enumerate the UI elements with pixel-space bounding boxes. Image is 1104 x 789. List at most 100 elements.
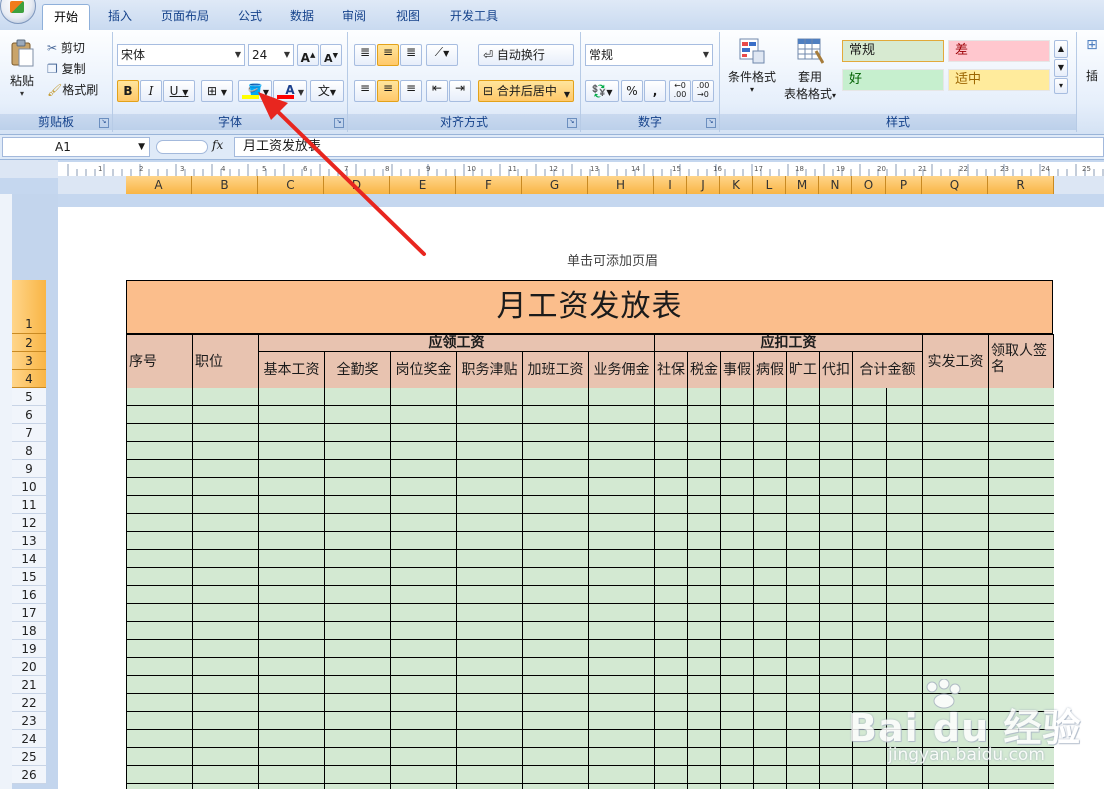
- chevron-down-icon[interactable]: ▼: [138, 138, 145, 156]
- row-header-24[interactable]: 24: [12, 730, 46, 748]
- row-header-25[interactable]: 25: [12, 748, 46, 766]
- column-header-l[interactable]: L: [753, 176, 786, 194]
- tab-home[interactable]: 开始: [42, 4, 90, 31]
- column-header-r[interactable]: R: [988, 176, 1054, 194]
- accounting-format-button[interactable]: 💱▼: [585, 80, 619, 102]
- format-painter-button[interactable]: 🖌格式刷: [46, 80, 106, 98]
- column-header-h[interactable]: H: [588, 176, 654, 194]
- name-box[interactable]: A1 ▼: [2, 137, 150, 157]
- column-header-m[interactable]: M: [786, 176, 819, 194]
- row-header-16[interactable]: 16: [12, 586, 46, 604]
- column-header-j[interactable]: J: [687, 176, 720, 194]
- styles-scroll-up-button[interactable]: ▲: [1054, 40, 1068, 58]
- number-launcher-icon[interactable]: ↘: [706, 118, 716, 128]
- wrap-text-button[interactable]: ⏎ 自动换行: [478, 44, 574, 66]
- column-header-e[interactable]: E: [390, 176, 456, 194]
- bold-button[interactable]: B: [117, 80, 139, 102]
- row-header-8[interactable]: 8: [12, 442, 46, 460]
- cell-style-normal[interactable]: 常规: [842, 40, 944, 62]
- row-header-6[interactable]: 6: [12, 406, 46, 424]
- header-due-item[interactable]: 职务津贴: [456, 351, 523, 389]
- header-due-item[interactable]: 全勤奖: [324, 351, 391, 389]
- header-actual[interactable]: 实发工资: [922, 334, 989, 389]
- font-size-select[interactable]: 24 ▼: [248, 44, 294, 66]
- column-header-i[interactable]: I: [654, 176, 687, 194]
- decrease-decimal-button[interactable]: .00 →0: [692, 80, 714, 102]
- row-header-7[interactable]: 7: [12, 424, 46, 442]
- fill-color-button[interactable]: 🪣 ▼: [238, 80, 272, 102]
- row-header-18[interactable]: 18: [12, 622, 46, 640]
- cell-style-good[interactable]: 好: [842, 69, 944, 91]
- sheet-title-cell[interactable]: 月工资发放表: [126, 280, 1053, 334]
- align-top-button[interactable]: ≣: [354, 44, 376, 66]
- align-bottom-button[interactable]: ≣: [400, 44, 422, 66]
- header-group-due[interactable]: 应领工资: [258, 334, 655, 352]
- header-due-item[interactable]: 基本工资: [258, 351, 325, 389]
- percent-button[interactable]: %: [621, 80, 643, 102]
- header-deduct-total[interactable]: 合计金额: [852, 351, 923, 389]
- font-name-select[interactable]: 宋体 ▼: [117, 44, 245, 66]
- orientation-button[interactable]: ⟋▼: [426, 44, 458, 66]
- column-header-b[interactable]: B: [192, 176, 258, 194]
- cell-style-neutral[interactable]: 适中: [948, 69, 1050, 91]
- header-deduct-item[interactable]: 税金: [687, 351, 721, 389]
- column-header-k[interactable]: K: [720, 176, 753, 194]
- styles-scroll-down-button[interactable]: ▼: [1054, 59, 1068, 77]
- tab-page-layout[interactable]: 页面布局: [153, 4, 217, 28]
- number-format-select[interactable]: 常规 ▼: [585, 44, 713, 66]
- decrease-indent-button[interactable]: ⇤: [426, 80, 448, 102]
- row-header-21[interactable]: 21: [12, 676, 46, 694]
- insert-function-icon[interactable]: fx: [212, 138, 223, 152]
- clipboard-launcher-icon[interactable]: ↘: [99, 118, 109, 128]
- row-header-26[interactable]: 26: [12, 766, 46, 784]
- select-all-corner[interactable]: [0, 160, 58, 178]
- office-button[interactable]: [0, 0, 36, 24]
- row-header-12[interactable]: 12: [12, 514, 46, 532]
- row-header-2[interactable]: 2: [12, 334, 46, 352]
- align-right-button[interactable]: ≡: [400, 80, 422, 102]
- tab-data[interactable]: 数据: [282, 4, 322, 28]
- formula-bar-splitter[interactable]: [156, 140, 208, 154]
- row-header-9[interactable]: 9: [12, 460, 46, 478]
- column-header-n[interactable]: N: [819, 176, 852, 194]
- header-sign[interactable]: 领取人签名: [988, 334, 1054, 389]
- paste-button[interactable]: 粘贴 ▾: [4, 36, 40, 110]
- row-header-1[interactable]: 1: [12, 280, 46, 334]
- row-header-3[interactable]: 3: [12, 352, 46, 370]
- header-position[interactable]: 职位: [192, 334, 259, 389]
- row-header-10[interactable]: 10: [12, 478, 46, 496]
- row-header-20[interactable]: 20: [12, 658, 46, 676]
- copy-button[interactable]: ❐ 复制: [46, 59, 102, 77]
- column-header-f[interactable]: F: [456, 176, 522, 194]
- font-launcher-icon[interactable]: ↘: [334, 118, 344, 128]
- borders-button[interactable]: ⊞ ▼: [201, 80, 233, 102]
- increase-indent-button[interactable]: ⇥: [449, 80, 471, 102]
- column-header-c[interactable]: C: [258, 176, 324, 194]
- alignment-launcher-icon[interactable]: ↘: [567, 118, 577, 128]
- header-seq[interactable]: 序号: [126, 334, 193, 389]
- row-header-11[interactable]: 11: [12, 496, 46, 514]
- align-middle-button[interactable]: ≡: [377, 44, 399, 66]
- header-due-item[interactable]: 业务佣金: [588, 351, 655, 389]
- phonetic-button[interactable]: 文▼: [310, 80, 344, 102]
- row-header-22[interactable]: 22: [12, 694, 46, 712]
- tab-insert[interactable]: 插入: [100, 4, 140, 28]
- header-due-item[interactable]: 岗位奖金: [390, 351, 457, 389]
- increase-decimal-button[interactable]: ←0.00: [669, 80, 691, 102]
- header-group-deduct[interactable]: 应扣工资: [654, 334, 923, 352]
- row-header-17[interactable]: 17: [12, 604, 46, 622]
- row-header-19[interactable]: 19: [12, 640, 46, 658]
- row-header-4[interactable]: 4: [12, 370, 46, 388]
- column-header-g[interactable]: G: [522, 176, 588, 194]
- header-due-item[interactable]: 加班工资: [522, 351, 589, 389]
- row-header-15[interactable]: 15: [12, 568, 46, 586]
- header-deduct-item[interactable]: 社保: [654, 351, 688, 389]
- column-header-a[interactable]: A: [126, 176, 192, 194]
- row-header-23[interactable]: 23: [12, 712, 46, 730]
- column-header-q[interactable]: Q: [922, 176, 988, 194]
- row-header-13[interactable]: 13: [12, 532, 46, 550]
- shrink-font-button[interactable]: A▼: [320, 44, 342, 66]
- header-deduct-item[interactable]: 病假: [753, 351, 787, 389]
- align-left-button[interactable]: ≡: [354, 80, 376, 102]
- styles-more-button[interactable]: ▾: [1054, 78, 1068, 94]
